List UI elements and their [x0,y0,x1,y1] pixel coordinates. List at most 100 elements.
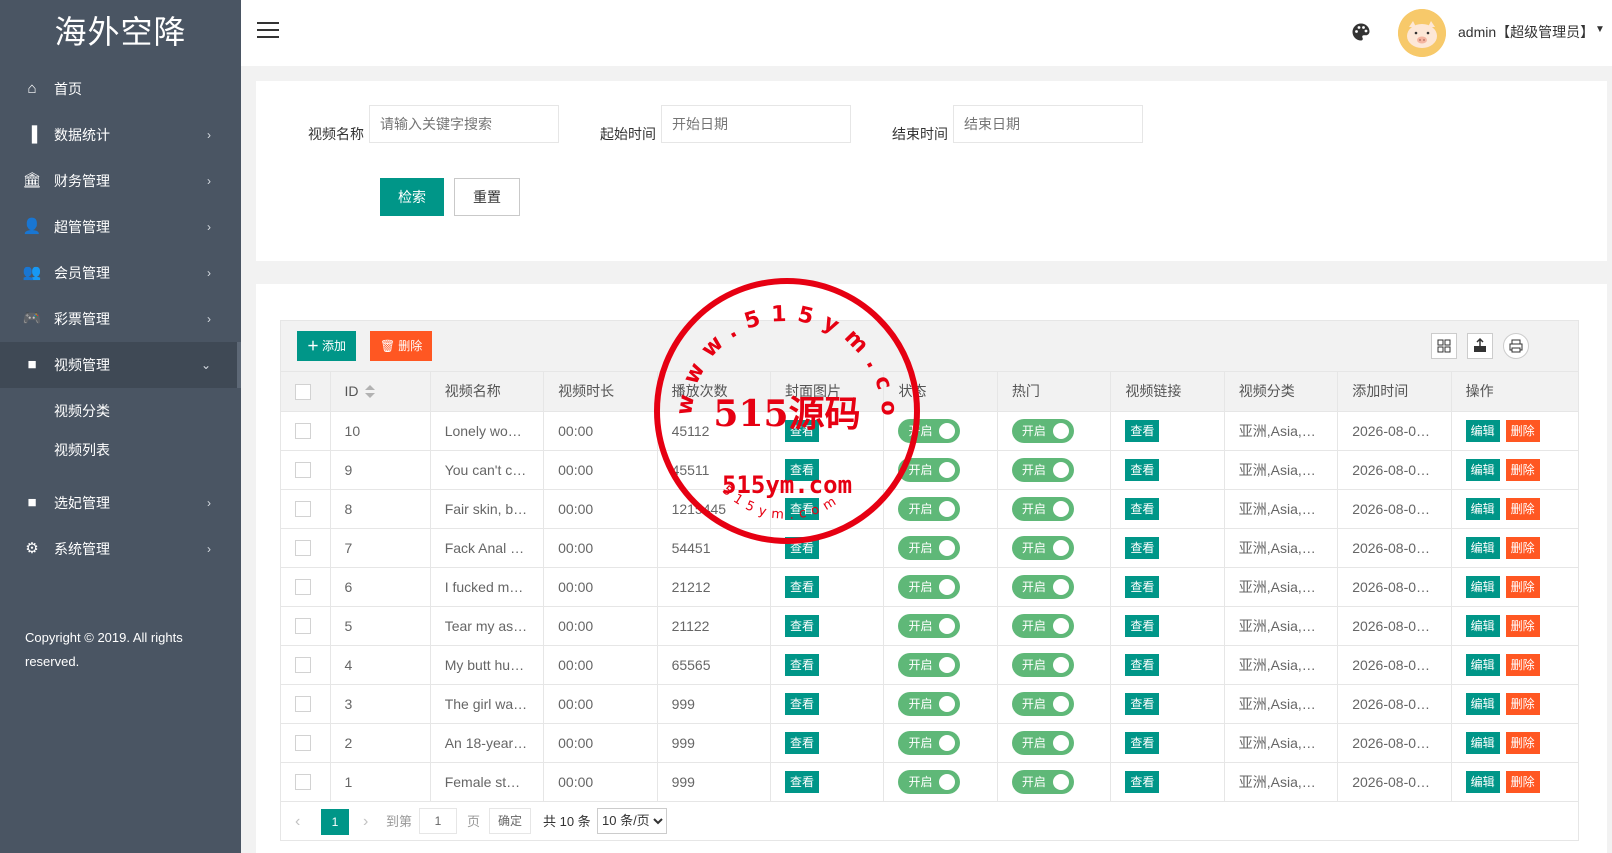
view-cover-button[interactable]: 查看 [785,614,820,637]
select-all-checkbox[interactable] [295,383,311,400]
hot-toggle[interactable]: 开启 [1011,574,1074,599]
view-link-button[interactable]: 查看 [1125,458,1160,481]
view-link-button[interactable]: 查看 [1125,536,1160,559]
view-cover-button[interactable]: 查看 [785,419,820,442]
view-link-button[interactable]: 查看 [1125,497,1160,520]
delete-button[interactable]: 删除 [1505,419,1540,442]
row-checkbox[interactable] [295,423,311,440]
status-toggle[interactable]: 开启 [898,574,961,599]
hot-toggle[interactable]: 开启 [1011,652,1074,677]
row-checkbox[interactable] [295,618,311,635]
status-toggle[interactable]: 开启 [898,457,961,482]
delete-button[interactable]: 删除 [1505,575,1540,598]
batch-delete-button[interactable]: 🗑 删除 [370,331,433,361]
view-link-button[interactable]: 查看 [1125,614,1160,637]
caret-down-icon[interactable]: ▼ [1595,24,1605,35]
current-page[interactable]: 1 [321,808,349,835]
sidebar-item-4[interactable]: 👥 会员管理 › [0,250,241,296]
edit-button[interactable]: 编辑 [1465,770,1500,793]
print-icon[interactable] [1503,333,1529,359]
view-cover-button[interactable]: 查看 [785,653,820,676]
menu-toggle-icon[interactable] [257,22,279,42]
edit-button[interactable]: 编辑 [1465,419,1500,442]
delete-button[interactable]: 删除 [1505,653,1540,676]
hot-toggle[interactable]: 开启 [1011,613,1074,638]
video-name-input[interactable] [369,105,559,143]
columns-filter-icon[interactable] [1431,333,1457,359]
edit-button[interactable]: 编辑 [1465,692,1500,715]
prev-page-icon[interactable]: ‹ [295,809,300,835]
sidebar-item-6[interactable]: ■ 视频管理 ⌄ [0,342,241,388]
sidebar-item-1[interactable]: ▐ 数据统计 › [0,112,241,158]
hot-toggle[interactable]: 开启 [1011,730,1074,755]
sidebar-item-3[interactable]: 👤 超管管理 › [0,204,241,250]
sidebar-item-7[interactable]: ■ 选妃管理 › [0,480,241,526]
delete-button[interactable]: 删除 [1505,731,1540,754]
row-checkbox[interactable] [295,657,311,674]
delete-button[interactable]: 删除 [1505,692,1540,715]
status-toggle[interactable]: 开启 [898,613,961,638]
next-page-icon[interactable]: › [363,809,368,835]
goto-confirm-button[interactable]: 确定 [489,807,532,834]
end-date-input[interactable] [953,105,1143,143]
status-toggle[interactable]: 开启 [898,652,961,677]
row-checkbox[interactable] [295,540,311,557]
export-icon[interactable] [1467,333,1493,359]
reset-button[interactable]: 重置 [454,178,520,216]
search-button[interactable]: 检索 [380,178,444,216]
edit-button[interactable]: 编辑 [1465,575,1500,598]
status-toggle[interactable]: 开启 [898,730,961,755]
status-toggle[interactable]: 开启 [898,769,961,794]
view-link-button[interactable]: 查看 [1125,770,1160,793]
sidebar-item-5[interactable]: 🎮 彩票管理 › [0,296,241,342]
avatar[interactable] [1398,9,1446,57]
edit-button[interactable]: 编辑 [1465,497,1500,520]
edit-button[interactable]: 编辑 [1465,536,1500,559]
row-checkbox[interactable] [295,696,311,713]
view-link-button[interactable]: 查看 [1125,419,1160,442]
hot-toggle[interactable]: 开启 [1011,691,1074,716]
status-toggle[interactable]: 开启 [898,496,961,521]
delete-button[interactable]: 删除 [1505,770,1540,793]
view-cover-button[interactable]: 查看 [785,536,820,559]
view-cover-button[interactable]: 查看 [785,731,820,754]
status-toggle[interactable]: 开启 [898,418,961,443]
user-menu[interactable]: admin【超级管理员】 [1458,22,1594,42]
status-toggle[interactable]: 开启 [898,691,961,716]
hot-toggle[interactable]: 开启 [1011,457,1074,482]
view-link-button[interactable]: 查看 [1125,731,1160,754]
submenu-item-1[interactable]: 视频列表 [0,431,241,470]
row-checkbox[interactable] [295,735,311,752]
status-toggle[interactable]: 开启 [898,535,961,560]
hot-toggle[interactable]: 开启 [1011,535,1074,560]
hot-toggle[interactable]: 开启 [1011,418,1074,443]
delete-button[interactable]: 删除 [1505,497,1540,520]
sort-icon[interactable] [364,385,375,399]
delete-button[interactable]: 删除 [1505,536,1540,559]
row-checkbox[interactable] [295,774,311,791]
row-checkbox[interactable] [295,462,311,479]
view-link-button[interactable]: 查看 [1125,692,1160,715]
view-cover-button[interactable]: 查看 [785,458,820,481]
edit-button[interactable]: 编辑 [1465,458,1500,481]
row-checkbox[interactable] [295,501,311,518]
edit-button[interactable]: 编辑 [1465,653,1500,676]
view-cover-button[interactable]: 查看 [785,770,820,793]
delete-button[interactable]: 删除 [1505,458,1540,481]
add-button[interactable]: ＋添加 [297,331,357,361]
goto-page-input[interactable] [419,807,457,834]
edit-button[interactable]: 编辑 [1465,731,1500,754]
page-size-select[interactable]: 10 条/页 [597,807,667,834]
submenu-item-0[interactable]: 视频分类 [0,392,241,431]
view-cover-button[interactable]: 查看 [785,497,820,520]
row-checkbox[interactable] [295,579,311,596]
hot-toggle[interactable]: 开启 [1011,496,1074,521]
view-cover-button[interactable]: 查看 [785,575,820,598]
palette-icon[interactable] [1351,22,1371,42]
edit-button[interactable]: 编辑 [1465,614,1500,637]
col-id[interactable]: ID [330,372,431,412]
sidebar-item-8[interactable]: ⚙ 系统管理 › [0,526,241,572]
view-link-button[interactable]: 查看 [1125,653,1160,676]
sidebar-item-0[interactable]: ⌂ 首页 [0,66,241,112]
start-date-input[interactable] [661,105,851,143]
